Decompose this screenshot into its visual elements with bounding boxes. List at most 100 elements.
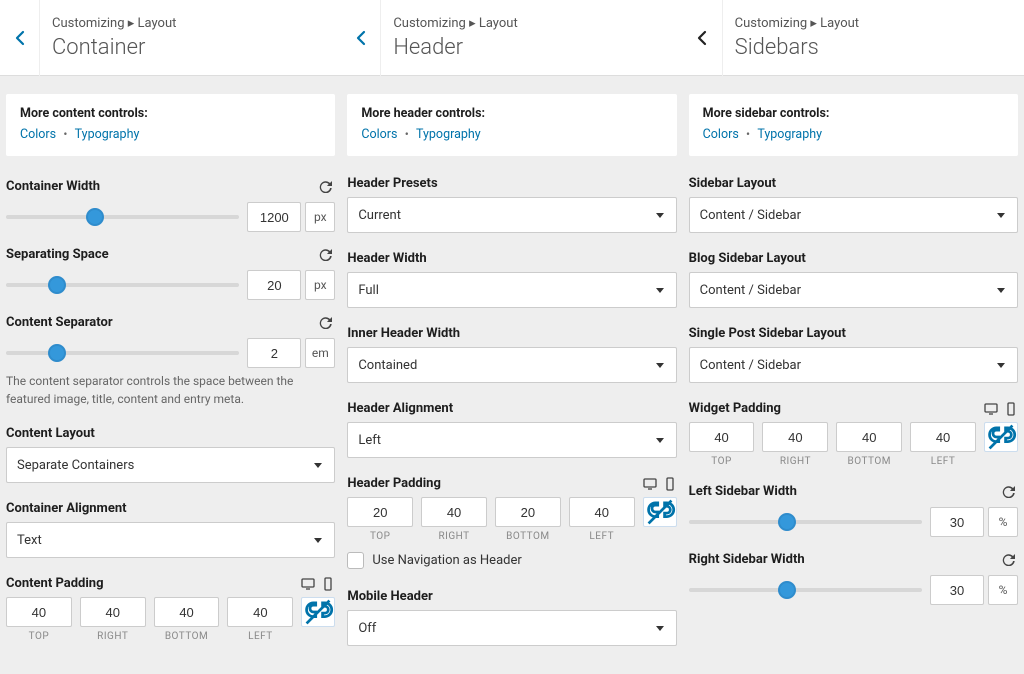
padding-right-input[interactable]: [80, 597, 146, 627]
link-colors[interactable]: Colors: [20, 127, 56, 142]
reset-button[interactable]: [998, 549, 1018, 569]
padding-bottom-input[interactable]: [495, 497, 561, 527]
back-button[interactable]: [683, 0, 723, 76]
control-sidebar-layout: Sidebar Layout Content / Sidebar: [683, 166, 1024, 241]
padding-right-input[interactable]: [421, 497, 487, 527]
inner-header-width-label: Inner Header Width: [347, 326, 460, 341]
content-separator-input[interactable]: [247, 338, 301, 368]
device-desktop-button[interactable]: [984, 402, 998, 416]
content-layout-select[interactable]: Separate Containers: [6, 447, 335, 483]
control-right-sidebar-width: Right Sidebar Width %: [683, 539, 1024, 607]
left-sidebar-width-input[interactable]: [930, 507, 984, 537]
device-mobile-button[interactable]: [663, 477, 677, 491]
padding-link-toggle[interactable]: [301, 597, 335, 627]
left-sidebar-width-label: Left Sidebar Width: [689, 484, 797, 499]
chevron-down-icon: [995, 284, 1007, 296]
mobile-icon: [321, 577, 335, 591]
sidebar-layout-label: Sidebar Layout: [689, 176, 776, 191]
panel-title-box: Customizing ▸ Layout Sidebars: [723, 8, 871, 68]
padding-right-input[interactable]: [762, 422, 828, 452]
padding-left-input[interactable]: [227, 597, 293, 627]
padding-bottom-label: BOTTOM: [847, 456, 890, 467]
padding-top-label: TOP: [711, 456, 732, 467]
panel-sidebars: Customizing ▸ Layout Sidebars More sideb…: [683, 0, 1024, 654]
reset-button[interactable]: [315, 312, 335, 332]
panel-header-bar: Customizing ▸ Layout Sidebars: [683, 0, 1024, 76]
separating-space-slider[interactable]: [6, 270, 247, 300]
padding-bottom-input[interactable]: [154, 597, 220, 627]
header-padding-label: Header Padding: [347, 476, 441, 491]
content-separator-unit: em: [305, 338, 335, 368]
right-sidebar-width-unit: %: [988, 575, 1018, 605]
blog-sidebar-layout-label: Blog Sidebar Layout: [689, 251, 806, 266]
link-typography[interactable]: Typography: [75, 127, 140, 142]
blog-sidebar-layout-value: Content / Sidebar: [700, 283, 801, 298]
right-sidebar-width-label: Right Sidebar Width: [689, 552, 805, 567]
control-content-separator: Content Separator em: [0, 302, 341, 370]
more-controls-box: More sidebar controls: Colors • Typograp…: [689, 94, 1018, 156]
header-width-label: Header Width: [347, 251, 426, 266]
more-controls-title: More header controls:: [361, 106, 662, 121]
chevron-down-icon: [312, 534, 324, 546]
link-colors[interactable]: Colors: [703, 127, 739, 142]
unlink-icon: [985, 421, 1017, 453]
right-sidebar-width-slider[interactable]: [689, 575, 930, 605]
more-controls-box: More content controls: Colors • Typograp…: [6, 94, 335, 156]
device-mobile-button[interactable]: [321, 577, 335, 591]
control-mobile-header: Mobile Header Off: [341, 579, 682, 654]
device-mobile-button[interactable]: [1004, 402, 1018, 416]
panel-title: Sidebars: [735, 35, 859, 60]
separating-space-input[interactable]: [247, 270, 301, 300]
link-typography[interactable]: Typography: [757, 127, 822, 142]
dot-separator: •: [401, 127, 413, 141]
container-alignment-select[interactable]: Text: [6, 522, 335, 558]
container-width-input[interactable]: [247, 202, 301, 232]
device-desktop-button[interactable]: [643, 477, 657, 491]
padding-right-label: RIGHT: [438, 531, 469, 542]
link-colors[interactable]: Colors: [361, 127, 397, 142]
unlink-icon: [644, 496, 676, 528]
right-sidebar-width-input[interactable]: [930, 575, 984, 605]
content-separator-slider[interactable]: [6, 338, 247, 368]
container-width-slider[interactable]: [6, 202, 247, 232]
padding-link-toggle[interactable]: [643, 497, 677, 527]
refresh-icon: [1001, 552, 1015, 566]
reset-button[interactable]: [998, 481, 1018, 501]
control-header-presets: Header Presets Current: [341, 166, 682, 241]
widget-padding-label: Widget Padding: [689, 401, 781, 416]
padding-bottom-label: BOTTOM: [165, 631, 208, 642]
padding-top-input[interactable]: [6, 597, 72, 627]
use-nav-label: Use Navigation as Header: [372, 553, 521, 568]
header-width-select[interactable]: Full: [347, 272, 676, 308]
sidebar-layout-select[interactable]: Content / Sidebar: [689, 197, 1018, 233]
header-alignment-select[interactable]: Left: [347, 422, 676, 458]
chevron-down-icon: [654, 622, 666, 634]
device-desktop-button[interactable]: [301, 577, 315, 591]
blog-sidebar-layout-select[interactable]: Content / Sidebar: [689, 272, 1018, 308]
padding-left-input[interactable]: [910, 422, 976, 452]
padding-left-label: LEFT: [589, 531, 614, 542]
reset-button[interactable]: [315, 176, 335, 196]
padding-top-input[interactable]: [347, 497, 413, 527]
padding-left-input[interactable]: [569, 497, 635, 527]
back-button[interactable]: [0, 0, 40, 76]
single-post-sidebar-layout-select[interactable]: Content / Sidebar: [689, 347, 1018, 383]
reset-button[interactable]: [315, 244, 335, 264]
link-typography[interactable]: Typography: [416, 127, 481, 142]
refresh-icon: [318, 315, 332, 329]
header-alignment-value: Left: [358, 433, 381, 448]
padding-top-input[interactable]: [689, 422, 755, 452]
left-sidebar-width-slider[interactable]: [689, 507, 930, 537]
back-button[interactable]: [341, 0, 381, 76]
padding-bottom-input[interactable]: [836, 422, 902, 452]
use-nav-checkbox[interactable]: [347, 552, 364, 569]
mobile-header-select[interactable]: Off: [347, 610, 676, 646]
chevron-down-icon: [654, 209, 666, 221]
padding-link-toggle[interactable]: [984, 422, 1018, 452]
left-sidebar-width-unit: %: [988, 507, 1018, 537]
header-presets-select[interactable]: Current: [347, 197, 676, 233]
panel-title-box: Customizing ▸ Layout Header: [381, 8, 529, 68]
header-alignment-label: Header Alignment: [347, 401, 453, 416]
mobile-header-value: Off: [358, 621, 376, 636]
inner-header-width-select[interactable]: Contained: [347, 347, 676, 383]
